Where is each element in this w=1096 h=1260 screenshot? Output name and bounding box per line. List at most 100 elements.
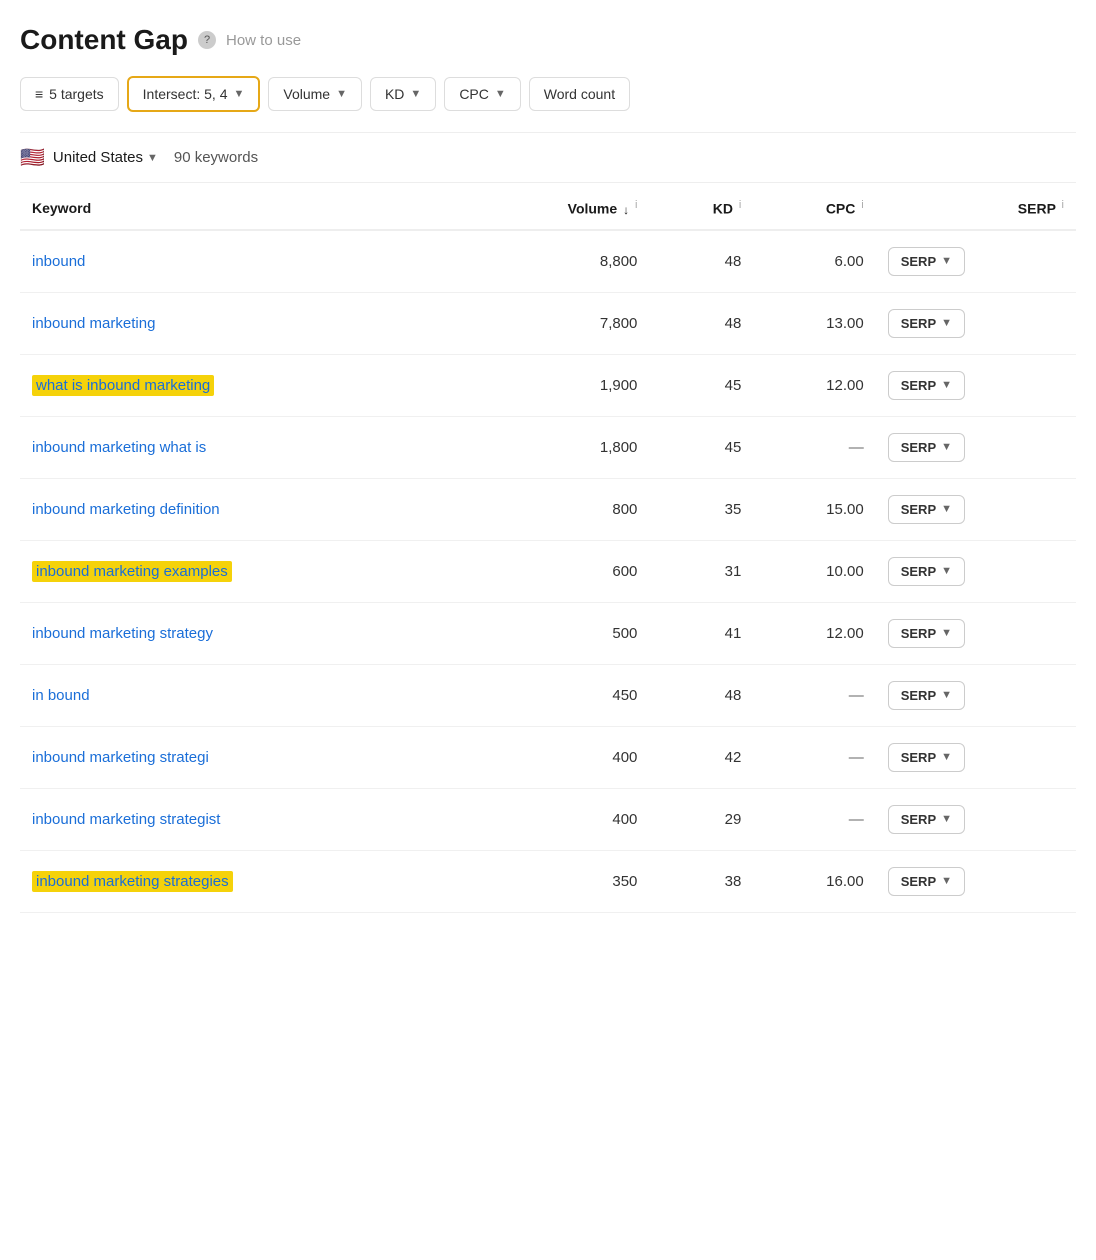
country-bar: 🇺🇸 United States ▼ 90 keywords — [20, 132, 1076, 183]
kd-column-header[interactable]: KD i — [649, 183, 753, 230]
kd-cell: 45 — [649, 416, 753, 478]
keyword-cell[interactable]: inbound marketing strategies — [20, 850, 464, 912]
volume-button[interactable]: Volume ▼ — [268, 77, 362, 111]
dash-value: — — [849, 687, 864, 704]
dash-value: — — [849, 749, 864, 766]
serp-cell: SERP ▼ — [876, 850, 1076, 912]
keyword-link[interactable]: inbound marketing what is — [32, 439, 206, 456]
page-title: Content Gap — [20, 24, 188, 56]
keyword-link[interactable]: inbound marketing strategist — [32, 811, 220, 828]
serp-button[interactable]: SERP ▼ — [888, 867, 965, 896]
keyword-cell[interactable]: inbound marketing strategy — [20, 602, 464, 664]
serp-chevron-icon: ▼ — [941, 379, 952, 391]
volume-cell: 7,800 — [464, 292, 649, 354]
chevron-down-icon: ▼ — [233, 88, 244, 100]
keyword-cell[interactable]: inbound marketing what is — [20, 416, 464, 478]
table-row: inbound marketing strategi 40042 — SERP ▼ — [20, 726, 1076, 788]
keyword-link[interactable]: inbound marketing definition — [32, 501, 220, 518]
cpc-cell: — — [753, 788, 875, 850]
serp-button[interactable]: SERP ▼ — [888, 743, 965, 772]
serp-label: SERP — [901, 440, 936, 455]
keyword-cell[interactable]: inbound marketing — [20, 292, 464, 354]
serp-button[interactable]: SERP ▼ — [888, 805, 965, 834]
kd-info-icon[interactable]: i — [739, 199, 741, 211]
dash-value: — — [849, 439, 864, 456]
table-row: inbound marketing strategy 5004112.00 SERP… — [20, 602, 1076, 664]
keyword-count: 90 keywords — [174, 149, 258, 166]
serp-button[interactable]: SERP ▼ — [888, 495, 965, 524]
highlighted-keyword: inbound marketing strategies — [32, 871, 233, 892]
cpc-cell: 12.00 — [753, 354, 875, 416]
keyword-cell[interactable]: in bound — [20, 664, 464, 726]
serp-label: SERP — [901, 626, 936, 641]
keyword-cell[interactable]: inbound marketing definition — [20, 478, 464, 540]
cpc-info-icon[interactable]: i — [861, 199, 863, 211]
keyword-cell[interactable]: what is inbound marketing — [20, 354, 464, 416]
keyword-link[interactable]: inbound marketing strategy — [32, 625, 213, 642]
table-row: inbound8,800486.00SERP ▼ — [20, 230, 1076, 293]
word-count-label: Word count — [544, 86, 615, 102]
cpc-column-header[interactable]: CPC i — [753, 183, 875, 230]
serp-label: SERP — [901, 502, 936, 517]
serp-button[interactable]: SERP ▼ — [888, 433, 965, 462]
cpc-cell: 12.00 — [753, 602, 875, 664]
serp-button[interactable]: SERP ▼ — [888, 681, 965, 710]
volume-cell: 600 — [464, 540, 649, 602]
serp-column-header[interactable]: SERP i — [876, 183, 1076, 230]
serp-button[interactable]: SERP ▼ — [888, 619, 965, 648]
highlighted-keyword: what is inbound marketing — [32, 375, 214, 396]
kd-button[interactable]: KD ▼ — [370, 77, 436, 111]
volume-info-icon[interactable]: i — [635, 199, 637, 211]
keyword-cell[interactable]: inbound marketing examples — [20, 540, 464, 602]
serp-cell: SERP ▼ — [876, 354, 1076, 416]
volume-cell: 8,800 — [464, 230, 649, 293]
serp-button[interactable]: SERP ▼ — [888, 247, 965, 276]
cpc-button[interactable]: CPC ▼ — [444, 77, 520, 111]
table-row: inbound marketing7,8004813.00SERP ▼ — [20, 292, 1076, 354]
serp-chevron-icon: ▼ — [941, 689, 952, 701]
volume-column-header[interactable]: Volume ↓ i — [464, 183, 649, 230]
cpc-cell: 15.00 — [753, 478, 875, 540]
keyword-cell[interactable]: inbound marketing strategist — [20, 788, 464, 850]
serp-cell: SERP ▼ — [876, 478, 1076, 540]
serp-button[interactable]: SERP ▼ — [888, 557, 965, 586]
volume-cell: 350 — [464, 850, 649, 912]
keyword-link[interactable]: inbound marketing — [32, 315, 155, 332]
keyword-link[interactable]: in bound — [32, 687, 90, 704]
kd-cell: 38 — [649, 850, 753, 912]
cpc-label: CPC — [459, 86, 489, 102]
word-count-button[interactable]: Word count — [529, 77, 630, 111]
how-to-use-link[interactable]: How to use — [226, 32, 301, 49]
serp-button[interactable]: SERP ▼ — [888, 309, 965, 338]
serp-button[interactable]: SERP ▼ — [888, 371, 965, 400]
help-icon[interactable]: ? — [198, 31, 216, 49]
keyword-link[interactable]: inbound — [32, 253, 85, 270]
kd-cell: 42 — [649, 726, 753, 788]
serp-info-icon[interactable]: i — [1062, 199, 1064, 211]
keyword-link[interactable]: inbound marketing strategi — [32, 749, 209, 766]
table-row: what is inbound marketing1,9004512.00SER… — [20, 354, 1076, 416]
serp-label: SERP — [901, 316, 936, 331]
kd-chevron-icon: ▼ — [410, 88, 421, 100]
targets-label: 5 targets — [49, 86, 103, 102]
serp-chevron-icon: ▼ — [941, 875, 952, 887]
serp-cell: SERP ▼ — [876, 602, 1076, 664]
volume-cell: 400 — [464, 726, 649, 788]
keywords-table: Keyword Volume ↓ i KD i CPC i SERP i inb… — [20, 183, 1076, 913]
kd-cell: 41 — [649, 602, 753, 664]
keyword-cell[interactable]: inbound — [20, 230, 464, 293]
keyword-cell[interactable]: inbound marketing strategi — [20, 726, 464, 788]
volume-cell: 500 — [464, 602, 649, 664]
cpc-cell: — — [753, 726, 875, 788]
country-selector[interactable]: United States ▼ — [53, 149, 158, 166]
targets-button[interactable]: ≡ 5 targets — [20, 77, 119, 111]
intersect-label: Intersect: 5, 4 — [143, 86, 228, 102]
table-row: inbound marketing what is1,80045—SERP ▼ — [20, 416, 1076, 478]
serp-label: SERP — [901, 254, 936, 269]
serp-cell: SERP ▼ — [876, 416, 1076, 478]
highlighted-keyword: inbound marketing examples — [32, 561, 232, 582]
serp-cell: SERP ▼ — [876, 664, 1076, 726]
intersect-button[interactable]: Intersect: 5, 4 ▼ — [127, 76, 261, 112]
serp-label: SERP — [901, 564, 936, 579]
country-name: United States — [53, 149, 143, 166]
